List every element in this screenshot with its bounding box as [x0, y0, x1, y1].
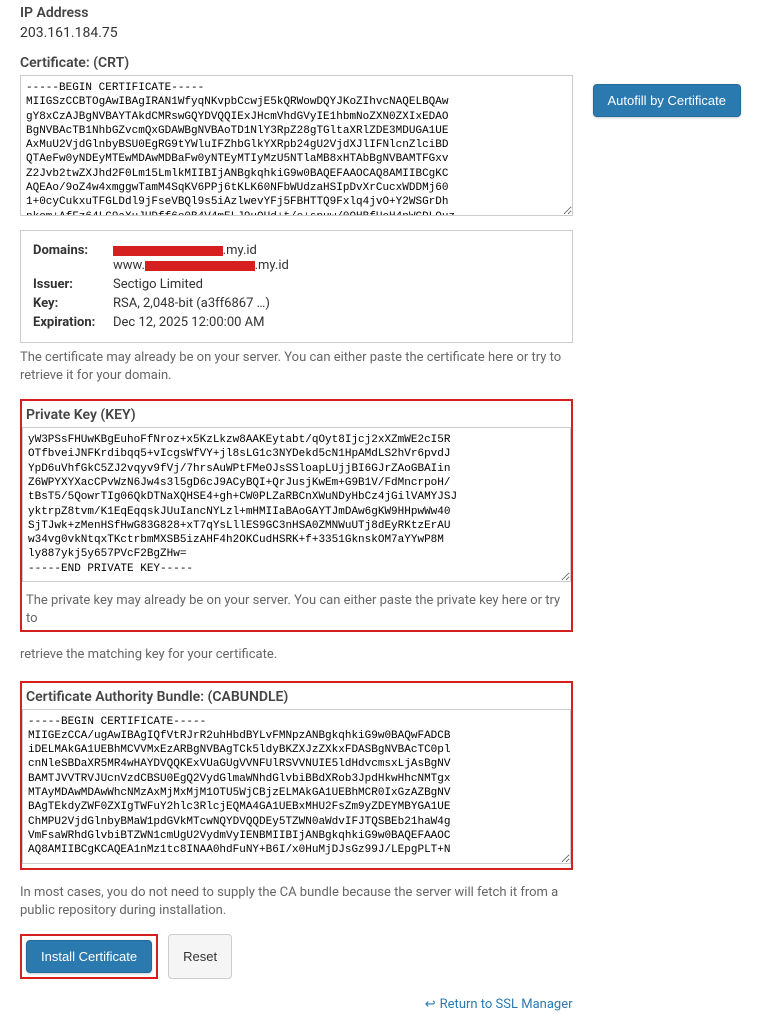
private-key-helper-rest: retrieve the matching key for your certi… [20, 646, 573, 664]
domains-value: xxxxxxxxxxxxxxxxx.my.id www.xxxxxxxxxxxx… [113, 243, 289, 273]
issuer-value: Sectigo Limited [113, 277, 203, 292]
cabundle-label: Certificate Authority Bundle: (CABUNDLE) [22, 689, 571, 705]
key-info-value: RSA, 2,048-bit (a3ff6867 …) [113, 296, 270, 311]
issuer-label: Issuer: [33, 277, 113, 292]
private-key-helper-partial: The private key may already be on your s… [22, 592, 571, 630]
cabundle-section: Certificate Authority Bundle: (CABUNDLE) [20, 681, 573, 870]
private-key-label: Private Key (KEY) [22, 407, 571, 423]
ip-address-value: 203.161.184.75 [20, 25, 573, 41]
crt-label: Certificate: (CRT) [20, 55, 573, 71]
autofill-button[interactable]: Autofill by Certificate [593, 84, 742, 117]
domains-label: Domains: [33, 243, 113, 273]
reset-button[interactable]: Reset [168, 934, 232, 979]
ip-address-section: IP Address 203.161.184.75 [20, 5, 573, 41]
private-key-section: Private Key (KEY) The private key may al… [20, 399, 573, 632]
key-info-label: Key: [33, 296, 113, 311]
crt-helper: The certificate may already be on your s… [20, 349, 573, 385]
ip-address-label: IP Address [20, 5, 573, 21]
install-certificate-button[interactable]: Install Certificate [26, 940, 152, 973]
return-link-label: Return to SSL Manager [440, 997, 573, 1012]
expiration-label: Expiration: [33, 315, 113, 330]
cabundle-textarea[interactable] [22, 709, 571, 864]
return-link[interactable]: ↩ Return to SSL Manager [20, 997, 573, 1012]
return-arrow-icon: ↩ [425, 997, 436, 1012]
install-button-highlight: Install Certificate [20, 934, 158, 979]
private-key-textarea[interactable] [22, 427, 571, 582]
crt-textarea[interactable] [20, 75, 573, 216]
expiration-value: Dec 12, 2025 12:00:00 AM [113, 315, 265, 330]
cabundle-helper: In most cases, you do not need to supply… [20, 884, 573, 920]
crt-section: Certificate: (CRT) Domains: xxxxxxxxxxxx… [20, 55, 573, 385]
cert-info-box: Domains: xxxxxxxxxxxxxxxxx.my.id www.xxx… [20, 230, 573, 343]
